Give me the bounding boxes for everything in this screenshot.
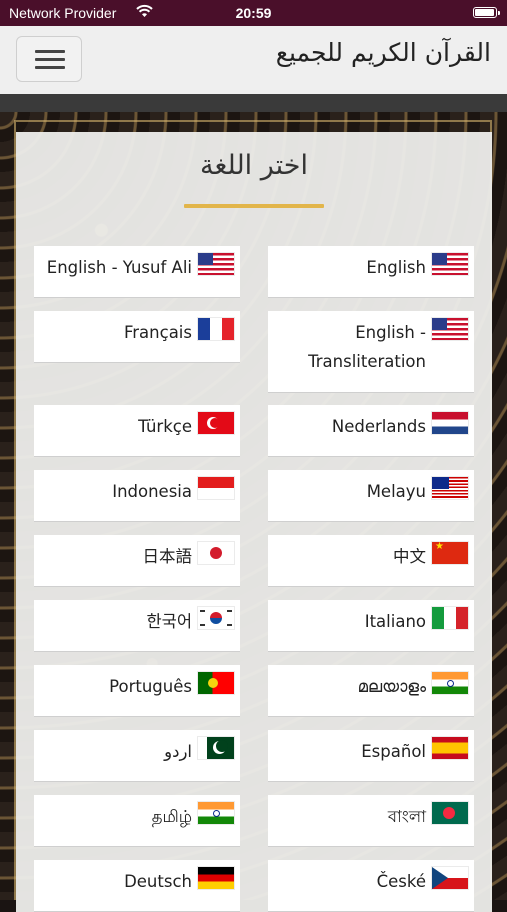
language-label: English - Transliteration — [308, 323, 426, 371]
language-item-spanish[interactable]: Español — [268, 730, 474, 782]
clock: 20:59 — [235, 5, 272, 21]
language-label: Español — [361, 742, 426, 761]
language-item-chinese[interactable]: 中文 — [268, 535, 474, 587]
language-label: Nederlands — [331, 417, 426, 436]
bangladesh-flag-icon — [432, 802, 468, 824]
language-label: České — [376, 872, 426, 891]
czech-flag-icon — [432, 867, 468, 889]
netherlands-flag-icon — [432, 412, 468, 434]
language-item-tamil[interactable]: தமிழ் — [34, 795, 240, 847]
language-item-french[interactable]: Français — [34, 311, 240, 363]
germany-flag-icon — [198, 867, 234, 889]
india-flag-icon — [198, 802, 234, 824]
language-item-indonesian[interactable]: Indonesia — [34, 470, 240, 522]
korea-flag-icon — [198, 607, 234, 629]
language-item-english-transliteration[interactable]: English - Transliteration — [268, 311, 474, 393]
language-item-dutch[interactable]: Nederlands — [268, 405, 474, 457]
us-flag-icon — [198, 253, 234, 275]
app-header: القرآن الكريم للجميع — [0, 26, 507, 94]
title-underline — [184, 204, 324, 208]
hamburger-line — [35, 50, 65, 53]
language-label: മലയാളം — [357, 677, 426, 696]
language-item-german[interactable]: Deutsch — [34, 860, 240, 912]
language-label: Türkçe — [138, 417, 192, 436]
header-divider — [0, 94, 507, 112]
language-item-korean[interactable]: 한국어 — [34, 600, 240, 652]
italy-flag-icon — [432, 607, 468, 629]
language-label: Italiano — [364, 612, 426, 631]
panel-title: اختر اللغة — [200, 150, 308, 181]
app-title: القرآن الكريم للجميع — [275, 38, 491, 67]
language-label: 日本語 — [142, 547, 193, 566]
language-item-english[interactable]: English — [268, 246, 474, 298]
hamburger-line — [35, 66, 65, 69]
language-label: বাংলা — [387, 807, 426, 826]
india-flag-icon — [432, 672, 468, 694]
language-label: 中文 — [393, 547, 426, 566]
spain-flag-icon — [432, 737, 468, 759]
language-item-urdu[interactable]: اردو — [34, 730, 240, 782]
portugal-flag-icon — [198, 672, 234, 694]
pakistan-flag-icon — [198, 737, 234, 759]
malaysia-flag-icon — [432, 477, 468, 499]
indonesia-flag-icon — [198, 477, 234, 499]
language-item-english-yusuf-ali[interactable]: English - Yusuf Ali — [34, 246, 240, 298]
language-label: Français — [123, 323, 192, 342]
language-label: 한국어 — [146, 612, 192, 631]
us-flag-icon — [432, 253, 468, 275]
china-flag-icon — [432, 542, 468, 564]
language-panel: اختر اللغة English English - Yusuf Ali E… — [16, 132, 492, 912]
menu-button[interactable] — [16, 36, 82, 82]
france-flag-icon — [198, 318, 234, 340]
language-label: Indonesia — [112, 482, 192, 501]
language-item-malay[interactable]: Melayu — [268, 470, 474, 522]
battery-icon — [473, 7, 500, 18]
japan-flag-icon — [198, 542, 234, 564]
language-item-portuguese[interactable]: Português — [34, 665, 240, 717]
us-flag-icon — [432, 318, 468, 340]
language-label: Melayu — [366, 482, 426, 501]
language-label: Português — [109, 677, 192, 696]
language-item-italian[interactable]: Italiano — [268, 600, 474, 652]
language-label: தமிழ் — [151, 807, 192, 826]
language-item-czech[interactable]: České — [268, 860, 474, 912]
language-item-malayalam[interactable]: മലയാളം — [268, 665, 474, 717]
language-item-bengali[interactable]: বাংলা — [268, 795, 474, 847]
language-label: English - Yusuf Ali — [46, 258, 192, 277]
language-label: English — [366, 258, 426, 277]
language-item-japanese[interactable]: 日本語 — [34, 535, 240, 587]
turkey-flag-icon — [198, 412, 234, 434]
language-item-turkish[interactable]: Türkçe — [34, 405, 240, 457]
language-label: Deutsch — [124, 872, 192, 891]
language-label: اردو — [164, 742, 192, 761]
hamburger-line — [35, 58, 65, 61]
status-bar: Network Provider 20:59 — [0, 0, 507, 26]
